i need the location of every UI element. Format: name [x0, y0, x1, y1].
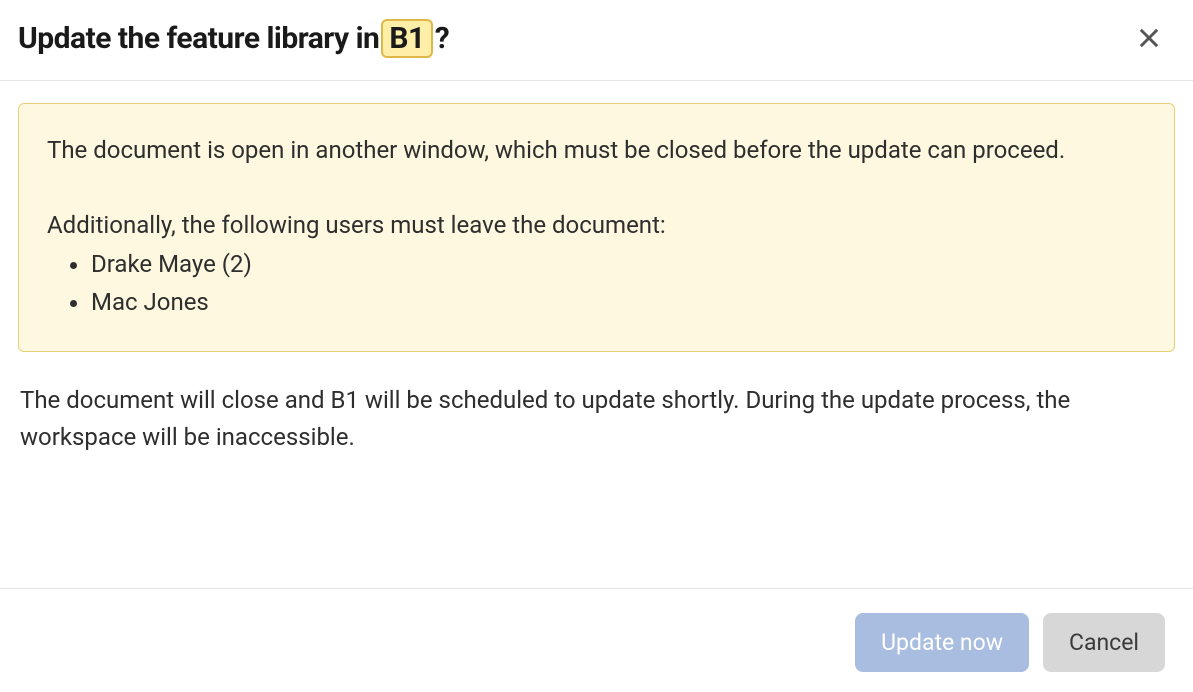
warning-box: The document is open in another window, …: [18, 103, 1175, 352]
dialog-body: The document is open in another window, …: [0, 81, 1193, 588]
list-item: Mac Jones: [91, 284, 1146, 321]
title-suffix: ?: [435, 21, 449, 56]
title-badge: B1: [381, 19, 432, 58]
warning-user-list: Drake Maye (2) Mac Jones: [47, 246, 1146, 320]
dialog-body-text: The document will close and B1 will be s…: [18, 382, 1175, 456]
dialog-title: Update the feature library in B1 ?: [18, 19, 449, 58]
warning-list-intro: Additionally, the following users must l…: [47, 207, 1146, 244]
close-icon: [1135, 24, 1163, 52]
warning-paragraph: The document is open in another window, …: [47, 132, 1146, 169]
dialog-footer: Update now Cancel: [0, 588, 1193, 692]
title-prefix: Update the feature library in: [18, 21, 379, 56]
dialog-header: Update the feature library in B1 ?: [0, 0, 1193, 81]
close-button[interactable]: [1129, 18, 1169, 58]
cancel-button[interactable]: Cancel: [1043, 613, 1165, 672]
list-item: Drake Maye (2): [91, 246, 1146, 283]
update-library-dialog: Update the feature library in B1 ? The d…: [0, 0, 1193, 692]
update-now-button[interactable]: Update now: [855, 613, 1029, 672]
